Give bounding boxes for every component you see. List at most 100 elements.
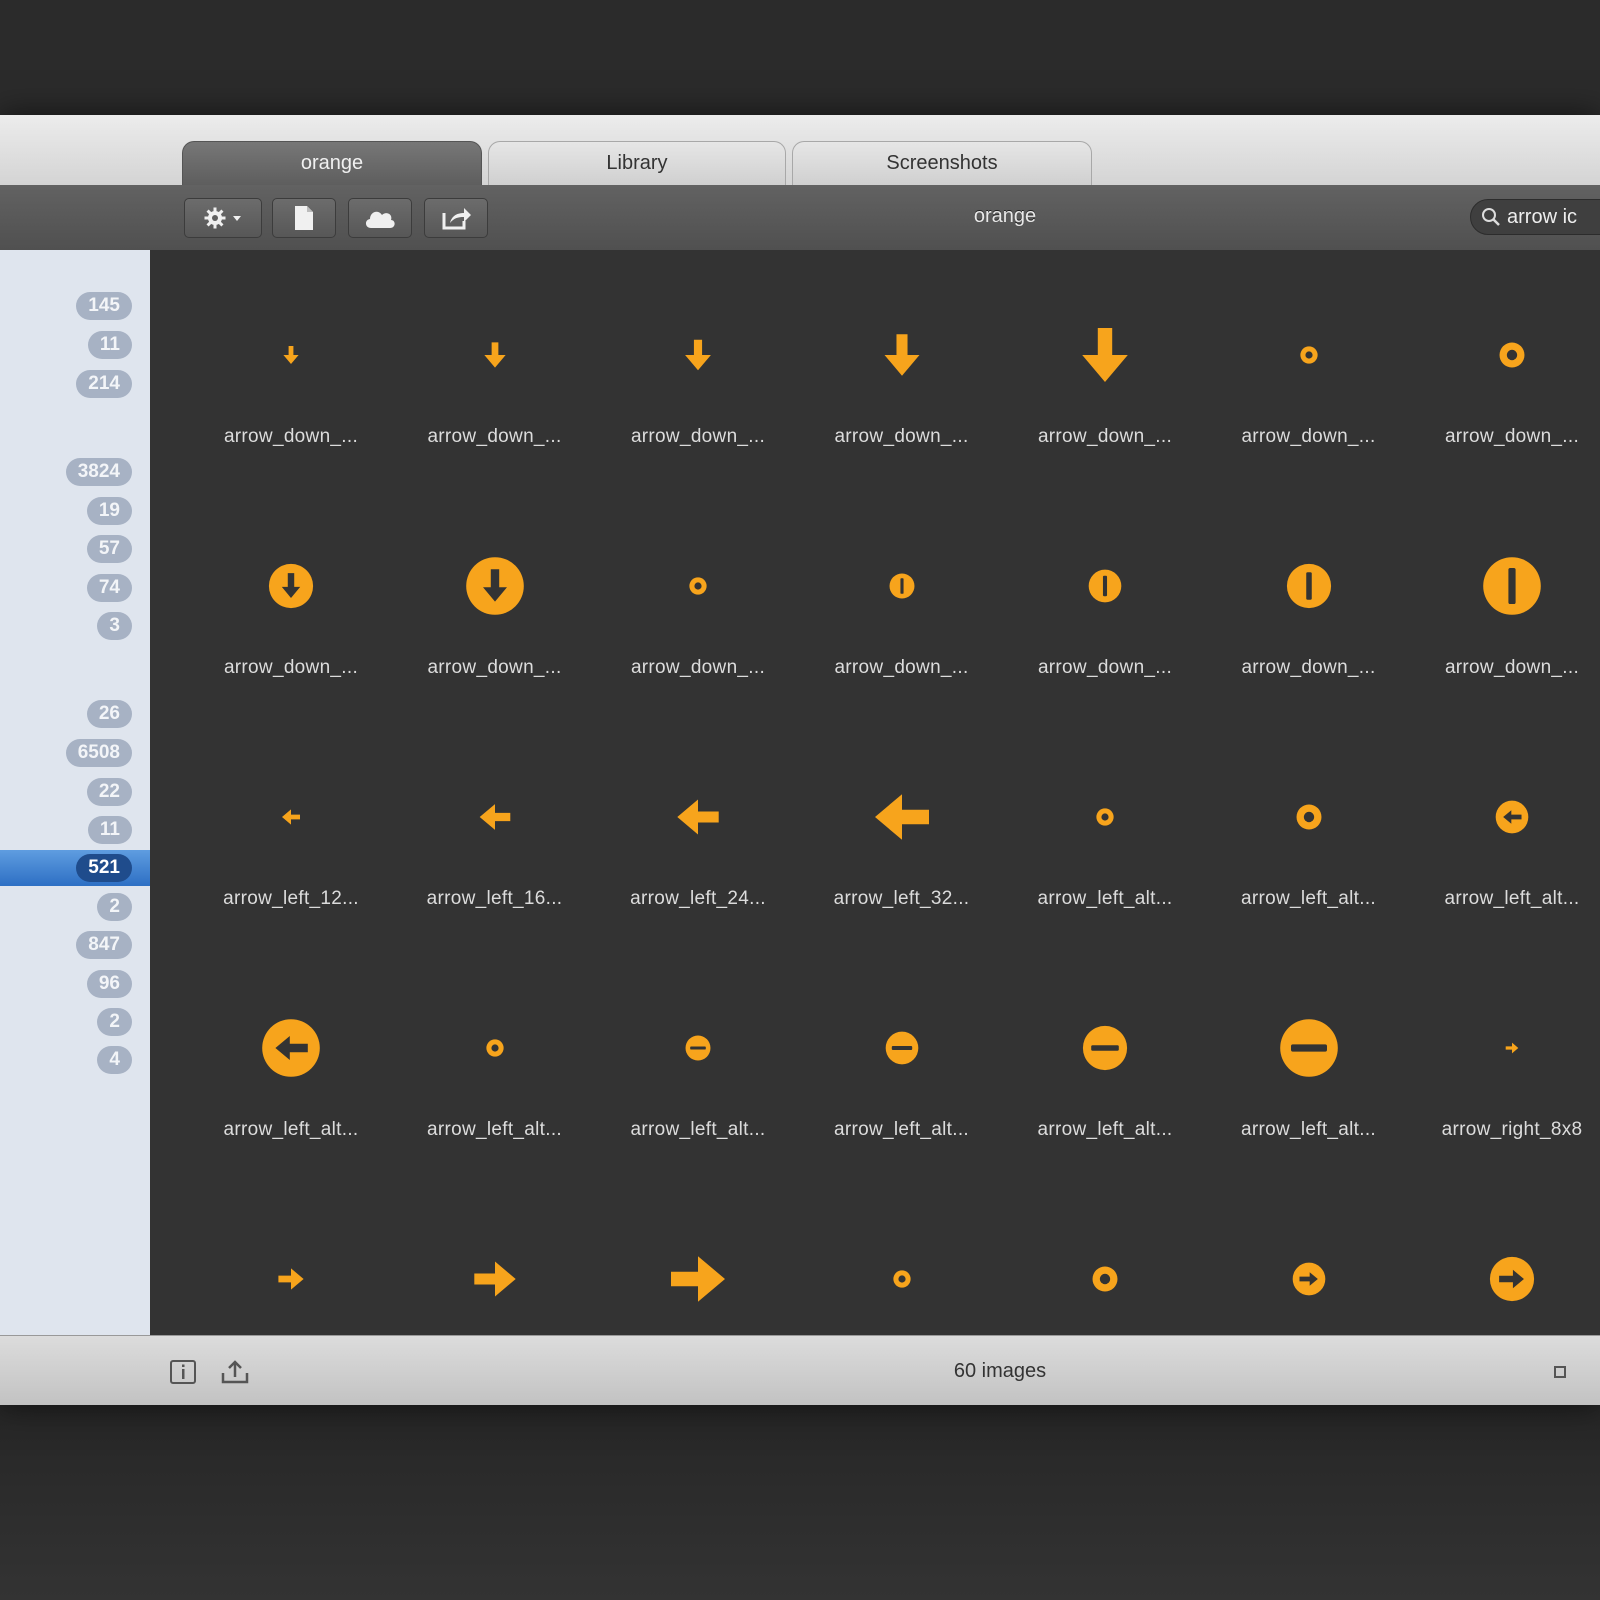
image-tile[interactable]: arrow_down_... bbox=[802, 481, 1002, 712]
sidebar-item[interactable]: 521 bbox=[0, 850, 150, 886]
image-tile[interactable]: arrow_right_8x8 bbox=[1412, 943, 1600, 1174]
count-badge: 11 bbox=[87, 331, 132, 359]
image-tile[interactable]: arrow_left_alt... bbox=[598, 943, 798, 1174]
info-icon bbox=[170, 1360, 196, 1384]
image-tile[interactable]: arrow_down_... bbox=[395, 250, 595, 481]
image-tile[interactable]: arrow_left_alt... bbox=[1412, 712, 1600, 943]
upload-button[interactable] bbox=[220, 1358, 250, 1386]
arrow-right-icon bbox=[1412, 983, 1600, 1113]
image-filename: arrow_down_... bbox=[1241, 426, 1376, 447]
cloud-button[interactable] bbox=[348, 198, 412, 238]
count-badge: 2 bbox=[97, 893, 132, 921]
circle-bar-vertical-icon bbox=[1005, 521, 1205, 651]
sidebar-item[interactable]: 3 bbox=[0, 608, 150, 644]
image-tile[interactable]: arrow_left_16... bbox=[395, 712, 595, 943]
image-filename: arrow_down_... bbox=[1241, 657, 1376, 678]
image-tile[interactable]: arrow_down_... bbox=[1412, 481, 1600, 712]
sidebar-item[interactable]: 145 bbox=[0, 288, 150, 324]
sidebar-item[interactable]: 96 bbox=[0, 966, 150, 1002]
image-tile[interactable]: arrow_left_alt... bbox=[1209, 712, 1409, 943]
image-filename: arrow_down_... bbox=[630, 657, 766, 678]
image-tile[interactable]: arrow_left_alt... bbox=[395, 943, 595, 1174]
toolbar: orange bbox=[0, 185, 1600, 251]
image-tile[interactable]: arrow_down_... bbox=[1005, 481, 1205, 712]
circle-arrow-down-icon bbox=[395, 521, 595, 651]
sidebar-item[interactable]: 3824 bbox=[0, 454, 150, 490]
image-tile[interactable]: arrow_down_... bbox=[598, 250, 798, 481]
image-tile[interactable]: arrow_down_... bbox=[395, 481, 595, 712]
circle-icon bbox=[1209, 290, 1409, 420]
sidebar-item[interactable]: 2 bbox=[0, 1004, 150, 1040]
tab-label: Library bbox=[606, 152, 668, 174]
search-input[interactable] bbox=[1507, 205, 1600, 229]
info-button[interactable] bbox=[168, 1358, 198, 1386]
sidebar-item[interactable]: 74 bbox=[0, 570, 150, 606]
circle-bar-horizontal-icon bbox=[1209, 983, 1409, 1113]
image-tile[interactable]: arrow_left_alt... bbox=[1005, 712, 1205, 943]
image-tile[interactable] bbox=[395, 1174, 595, 1335]
share-button[interactable] bbox=[424, 198, 488, 238]
sidebar-item[interactable]: 214 bbox=[0, 366, 150, 402]
count-badge: 6508 bbox=[65, 739, 132, 767]
image-tile[interactable]: arrow_down_... bbox=[1209, 250, 1409, 481]
image-tile[interactable]: arrow_down_... bbox=[598, 481, 798, 712]
image-tile[interactable]: arrow_down_... bbox=[1412, 250, 1600, 481]
image-tile[interactable]: arrow_down_... bbox=[191, 481, 391, 712]
tab-library[interactable]: Library bbox=[488, 141, 786, 185]
image-tile[interactable]: arrow_left_alt... bbox=[191, 943, 391, 1174]
document-icon bbox=[295, 206, 313, 230]
image-filename: arrow_left_32... bbox=[833, 888, 970, 909]
image-tile[interactable]: arrow_left_24... bbox=[598, 712, 798, 943]
image-tile[interactable]: arrow_left_alt... bbox=[802, 943, 1002, 1174]
sidebar-item[interactable]: 11 bbox=[0, 327, 150, 363]
arrow-right-icon bbox=[395, 1214, 595, 1335]
count-badge: 26 bbox=[86, 700, 132, 728]
sidebar-item[interactable]: 4 bbox=[0, 1042, 150, 1078]
image-tile[interactable] bbox=[598, 1174, 798, 1335]
tab-orange[interactable]: orange bbox=[182, 141, 482, 185]
share-icon bbox=[442, 208, 471, 230]
new-document-button[interactable] bbox=[272, 198, 336, 238]
image-tile[interactable]: arrow_down_... bbox=[191, 250, 391, 481]
image-tile[interactable]: arrow_left_12... bbox=[191, 712, 391, 943]
count-badge: 11 bbox=[87, 816, 132, 844]
circle-arrow-right-icon bbox=[1209, 1214, 1409, 1335]
sidebar-item[interactable]: 22 bbox=[0, 774, 150, 810]
cloud-icon bbox=[365, 211, 395, 228]
image-tile[interactable] bbox=[1412, 1174, 1600, 1335]
tab-bar: orange Library Screenshots bbox=[0, 115, 1600, 186]
sidebar-item[interactable]: 6508 bbox=[0, 735, 150, 771]
image-tile[interactable]: arrow_down_... bbox=[1005, 250, 1205, 481]
settings-menu-button[interactable] bbox=[184, 198, 262, 238]
sidebar-item[interactable]: 19 bbox=[0, 493, 150, 529]
arrow-down-icon bbox=[395, 290, 595, 420]
sidebar-item[interactable]: 26 bbox=[0, 696, 150, 732]
image-tile[interactable] bbox=[1209, 1174, 1409, 1335]
sidebar-item[interactable]: 847 bbox=[0, 927, 150, 963]
circle-arrow-right-icon bbox=[1412, 1214, 1600, 1335]
tab-screenshots[interactable]: Screenshots bbox=[792, 141, 1092, 185]
image-tile[interactable] bbox=[1005, 1174, 1205, 1335]
image-tile[interactable]: arrow_down_... bbox=[802, 250, 1002, 481]
image-filename: arrow_down_... bbox=[630, 426, 766, 447]
image-filename: arrow_left_16... bbox=[426, 888, 563, 909]
image-tile[interactable]: arrow_down_... bbox=[1209, 481, 1409, 712]
search-field[interactable] bbox=[1470, 199, 1600, 235]
sidebar-item[interactable]: 11 bbox=[0, 812, 150, 848]
image-tile[interactable] bbox=[802, 1174, 1002, 1335]
circle-arrow-down-icon bbox=[191, 521, 391, 651]
circle-icon bbox=[1005, 1214, 1205, 1335]
image-filename: arrow_left_24... bbox=[630, 888, 766, 909]
arrow-right-icon bbox=[598, 1214, 798, 1335]
image-tile[interactable]: arrow_left_alt... bbox=[1209, 943, 1409, 1174]
square-icon bbox=[1554, 1366, 1566, 1378]
count-badge: 22 bbox=[86, 778, 132, 806]
image-tile[interactable]: arrow_left_alt... bbox=[1005, 943, 1205, 1174]
count-badge: 3 bbox=[97, 612, 132, 640]
sidebar-item[interactable]: 57 bbox=[0, 531, 150, 567]
sidebar-item[interactable]: 2 bbox=[0, 889, 150, 925]
image-tile[interactable] bbox=[191, 1174, 391, 1335]
image-tile[interactable]: arrow_left_32... bbox=[802, 712, 1002, 943]
view-size-button[interactable] bbox=[1545, 1358, 1575, 1386]
image-filename: arrow_down_... bbox=[223, 426, 359, 447]
